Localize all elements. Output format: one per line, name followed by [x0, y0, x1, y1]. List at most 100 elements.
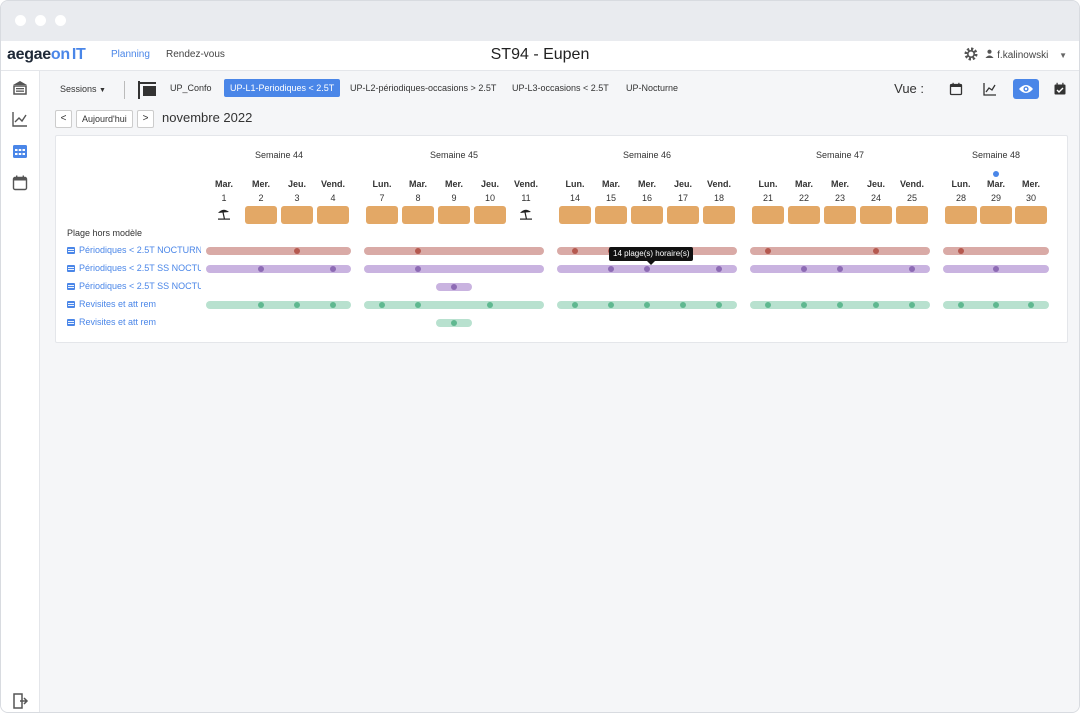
slot-marker[interactable]: [379, 302, 385, 308]
day-slot[interactable]: [703, 206, 735, 224]
day-slot[interactable]: [438, 206, 470, 224]
slot-marker[interactable]: [415, 302, 421, 308]
day-slot[interactable]: [824, 206, 856, 224]
day-slot[interactable]: [788, 206, 820, 224]
tab-up-confo[interactable]: UP_Confo: [164, 79, 218, 97]
day-slot[interactable]: [980, 206, 1012, 224]
calendar-small-icon: [67, 283, 75, 290]
slot-marker[interactable]: [765, 248, 771, 254]
slot-marker[interactable]: [680, 302, 686, 308]
prev-month-button[interactable]: <: [55, 110, 72, 128]
day-slot[interactable]: [281, 206, 313, 224]
day-slot[interactable]: [317, 206, 349, 224]
row-label[interactable]: Revisites et att rem: [67, 299, 201, 309]
tab-up-nocturne[interactable]: UP-Nocturne: [620, 79, 684, 97]
slot-marker[interactable]: [765, 302, 771, 308]
holiday-beach-icon[interactable]: [211, 208, 237, 222]
view-calendar-button[interactable]: [943, 79, 969, 99]
day-slot[interactable]: [1015, 206, 1047, 224]
calendar-icon[interactable]: [11, 174, 29, 192]
tab-up-l2-periodiques-occasions[interactable]: UP-L2-périodiques-occasions > 2.5T: [344, 79, 502, 97]
day-slot[interactable]: [667, 206, 699, 224]
slot-marker[interactable]: [451, 284, 457, 290]
holiday-beach-icon[interactable]: [513, 208, 539, 222]
slot-marker[interactable]: [415, 266, 421, 272]
slot-marker[interactable]: [958, 248, 964, 254]
chart-line-icon[interactable]: [11, 110, 29, 128]
view-chart-button[interactable]: [977, 79, 1003, 99]
day-slot[interactable]: [245, 206, 277, 224]
slot-marker[interactable]: [330, 302, 336, 308]
building-icon[interactable]: [11, 79, 29, 97]
window-minimize-dot[interactable]: [35, 15, 46, 26]
availability-bar[interactable]: [364, 265, 544, 273]
slot-marker[interactable]: [993, 302, 999, 308]
slot-marker[interactable]: [1028, 302, 1034, 308]
slot-marker[interactable]: [909, 302, 915, 308]
slot-marker[interactable]: [837, 302, 843, 308]
slot-marker[interactable]: [801, 266, 807, 272]
slot-marker[interactable]: [716, 302, 722, 308]
row-label-text: Périodiques < 2.5T SS NOCTURNE: [79, 281, 201, 291]
day-slot[interactable]: [860, 206, 892, 224]
page-title: ST94 - Eupen: [490, 46, 590, 63]
slot-marker[interactable]: [993, 266, 999, 272]
slot-marker[interactable]: [258, 302, 264, 308]
tab-up-l3-occasions[interactable]: UP-L3-occasions < 2.5T: [506, 79, 615, 97]
row-label[interactable]: Périodiques < 2.5T SS NOCTURNE: [67, 281, 201, 291]
slot-marker[interactable]: [487, 302, 493, 308]
slot-marker[interactable]: [644, 266, 650, 272]
row-label[interactable]: Périodiques < 2.5T NOCTURNE: [67, 245, 201, 255]
slot-marker[interactable]: [644, 302, 650, 308]
day-number: 1: [221, 193, 227, 203]
slot-marker[interactable]: [873, 302, 879, 308]
availability-bar[interactable]: [364, 301, 544, 309]
today-button[interactable]: Aujourd'hui: [76, 110, 133, 128]
slot-marker[interactable]: [608, 266, 614, 272]
slot-marker[interactable]: [294, 302, 300, 308]
day-slot[interactable]: [752, 206, 784, 224]
slot-marker[interactable]: [873, 248, 879, 254]
day-slot[interactable]: [366, 206, 398, 224]
slot-marker[interactable]: [572, 302, 578, 308]
settings-gear-icon[interactable]: [963, 46, 979, 67]
day-slot[interactable]: [631, 206, 663, 224]
slot-marker[interactable]: [294, 248, 300, 254]
view-eye-button[interactable]: [1013, 79, 1039, 99]
row-label[interactable]: Revisites et att rem: [67, 317, 201, 327]
day-slot[interactable]: [402, 206, 434, 224]
user-menu[interactable]: f.kalinowski ▼: [985, 49, 1067, 61]
slot-marker[interactable]: [716, 266, 722, 272]
logout-icon[interactable]: [11, 692, 29, 710]
slot-marker[interactable]: [608, 302, 614, 308]
sessions-dropdown[interactable]: Sessions ▼: [60, 84, 106, 94]
window-titlebar: [1, 1, 1079, 41]
calendar-grid-icon[interactable]: [11, 142, 29, 160]
slot-marker[interactable]: [837, 266, 843, 272]
day-slot[interactable]: [559, 206, 591, 224]
next-month-button[interactable]: >: [137, 110, 154, 128]
day-slot[interactable]: [595, 206, 627, 224]
slot-marker[interactable]: [415, 248, 421, 254]
slot-marker[interactable]: [451, 320, 457, 326]
window-maximize-dot[interactable]: [55, 15, 66, 26]
slot-marker[interactable]: [958, 302, 964, 308]
availability-bar[interactable]: [364, 247, 544, 255]
slot-marker[interactable]: [909, 266, 915, 272]
availability-bar[interactable]: [750, 247, 930, 255]
slot-marker[interactable]: [801, 302, 807, 308]
day-name: Mer.: [637, 179, 656, 189]
flag-icon[interactable]: [137, 81, 157, 99]
slot-marker[interactable]: [258, 266, 264, 272]
window-close-dot[interactable]: [15, 15, 26, 26]
slot-marker[interactable]: [572, 248, 578, 254]
day-name: Vend.: [513, 179, 538, 189]
day-slot[interactable]: [896, 206, 928, 224]
day-slot[interactable]: [945, 206, 977, 224]
slot-marker[interactable]: [330, 266, 336, 272]
row-label[interactable]: Périodiques < 2.5T SS NOCTURNE: [67, 263, 201, 273]
availability-bar[interactable]: [206, 247, 351, 255]
view-calendar-check-button[interactable]: [1047, 79, 1073, 99]
day-slot[interactable]: [474, 206, 506, 224]
tab-up-l1-periodiques[interactable]: UP-L1-Periodiques < 2.5T: [224, 79, 341, 97]
